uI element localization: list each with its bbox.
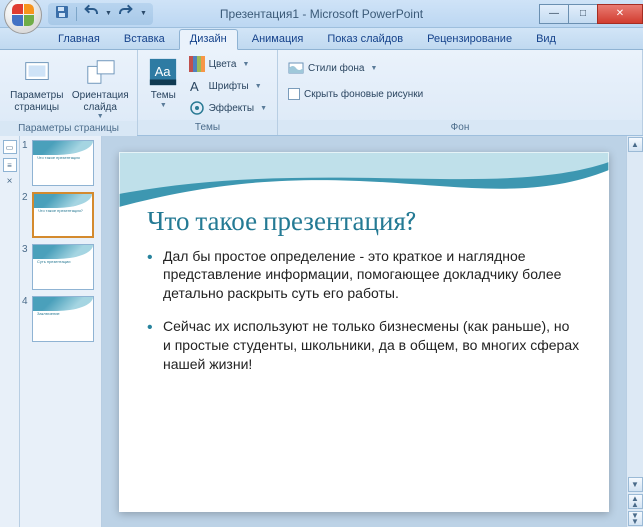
chevron-down-icon: ▼ [370, 65, 377, 72]
svg-text:Aa: Aa [155, 64, 172, 79]
tab-slideshow[interactable]: Показ слайдов [317, 30, 413, 49]
tab-design[interactable]: Дизайн [179, 29, 238, 50]
tab-animation[interactable]: Анимация [242, 30, 314, 49]
background-styles-icon [288, 60, 304, 76]
thumbnail-row: 4 Заключение [22, 296, 99, 342]
thumbnail-number: 1 [22, 140, 30, 151]
thumbnail-row: 2 Что такое презентация? [22, 192, 99, 238]
office-button[interactable] [4, 0, 42, 34]
slide-body[interactable]: Дал бы простое определение - это краткое… [119, 245, 609, 374]
chevron-down-icon: ▼ [242, 61, 249, 68]
thumbnail-slide-3[interactable]: Суть презентации [32, 244, 94, 290]
scroll-up-icon[interactable]: ▲ [628, 137, 643, 152]
chevron-down-icon: ▼ [260, 105, 267, 112]
thumbnail-number: 2 [22, 192, 30, 203]
redo-icon[interactable] [118, 4, 134, 23]
close-button[interactable]: ✕ [597, 4, 643, 24]
bullet-item[interactable]: Дал бы простое определение - это краткое… [147, 247, 581, 304]
group-label-themes: Темы [138, 120, 277, 135]
slides-tab-icon[interactable]: ▭ [3, 140, 17, 154]
minimize-button[interactable]: — [539, 4, 569, 24]
group-page-setup: Параметры страницы Ориентация слайда ▼ П… [0, 50, 138, 135]
thumbnail-row: 3 Суть презентации [22, 244, 99, 290]
bullet-item[interactable]: Сейчас их используют не только бизнесмен… [147, 317, 581, 374]
title-bar: ▼ ▼ Презентация1 - Microsoft PowerPoint … [0, 0, 643, 28]
chevron-down-icon: ▼ [70, 113, 132, 121]
thumbnail-slide-2[interactable]: Что такое презентация? [32, 192, 94, 238]
chevron-down-icon: ▼ [255, 83, 262, 90]
theme-fonts-button[interactable]: A Шрифты ▼ [185, 76, 271, 96]
close-pane-icon[interactable]: × [7, 176, 13, 187]
qat-dropdown-icon[interactable]: ▼ [140, 10, 147, 17]
slide-editor[interactable]: Что такое презентация? Дал бы простое оп… [102, 136, 626, 527]
window-title: Презентация1 - Microsoft PowerPoint [220, 7, 423, 21]
tab-home[interactable]: Главная [48, 30, 110, 49]
checkbox-icon [288, 88, 300, 100]
next-slide-icon[interactable]: ▼▼ [628, 511, 643, 526]
window-controls: — □ ✕ [540, 4, 643, 24]
tab-view[interactable]: Вид [526, 30, 566, 49]
group-label-page-setup: Параметры страницы [0, 121, 137, 136]
hide-background-graphics-checkbox[interactable]: Скрыть фоновые рисунки [284, 86, 427, 102]
colors-icon [189, 56, 205, 72]
outline-tab-icon[interactable]: ≡ [3, 158, 17, 172]
save-icon[interactable] [54, 4, 70, 23]
ribbon-tabs: Главная Вставка Дизайн Анимация Показ сл… [0, 28, 643, 50]
workspace: ▭ ≡ × 1 Что такое презентация 2 Что тако… [0, 136, 643, 527]
theme-effects-button[interactable]: Эффекты ▼ [185, 98, 271, 118]
prev-slide-icon[interactable]: ▲▲ [628, 494, 643, 509]
slide-thumbnails: 1 Что такое презентация 2 Что такое през… [20, 136, 102, 527]
maximize-button[interactable]: □ [568, 4, 598, 24]
effects-icon [189, 100, 205, 116]
fonts-icon: A [189, 78, 205, 94]
svg-text:A: A [190, 79, 199, 94]
ribbon: Параметры страницы Ориентация слайда ▼ П… [0, 50, 643, 136]
themes-button[interactable]: Aa Темы ▼ [144, 54, 183, 110]
page-setup-icon [21, 56, 53, 88]
tab-review[interactable]: Рецензирование [417, 30, 522, 49]
thumbnail-number: 4 [22, 296, 30, 307]
undo-dropdown-icon[interactable]: ▼ [105, 10, 112, 17]
slide-orientation-button[interactable]: Ориентация слайда ▼ [70, 54, 132, 121]
tab-insert[interactable]: Вставка [114, 30, 175, 49]
quick-access-toolbar: ▼ ▼ [48, 3, 153, 25]
theme-colors-button[interactable]: Цвета ▼ [185, 54, 271, 74]
vertical-scrollbar[interactable]: ▲ ▼ ▲▲ ▼▼ [626, 136, 643, 527]
thumbnail-slide-1[interactable]: Что такое презентация [32, 140, 94, 186]
thumbnail-number: 3 [22, 244, 30, 255]
thumbnail-slide-4[interactable]: Заключение [32, 296, 94, 342]
office-logo-icon [12, 4, 34, 26]
chevron-down-icon: ▼ [144, 102, 183, 110]
group-label-background: Фон [278, 120, 642, 135]
background-styles-button[interactable]: Стили фона ▼ [284, 58, 381, 78]
orientation-icon [84, 56, 116, 88]
undo-icon[interactable] [83, 4, 99, 23]
group-themes: Aa Темы ▼ Цвета ▼ A Шрифты [138, 50, 278, 135]
themes-icon: Aa [147, 56, 179, 88]
page-setup-button[interactable]: Параметры страницы [6, 54, 68, 113]
slide-wave-decoration [119, 152, 609, 230]
group-background: Стили фона ▼ Скрыть фоновые рисунки Фон [278, 50, 643, 135]
thumbnail-row: 1 Что такое презентация [22, 140, 99, 186]
slide-canvas[interactable]: Что такое презентация? Дал бы простое оп… [119, 152, 609, 512]
outline-sidebar: ▭ ≡ × [0, 136, 20, 527]
scroll-down-icon[interactable]: ▼ [628, 477, 643, 492]
